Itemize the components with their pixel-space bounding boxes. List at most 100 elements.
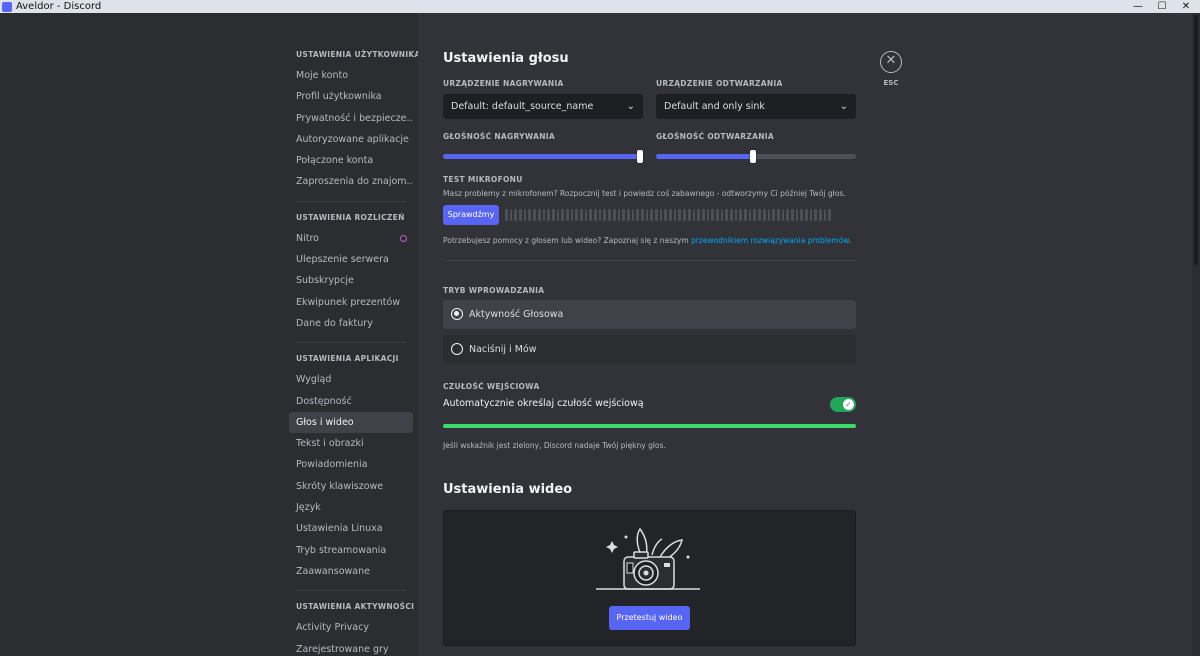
input-volume-thumb[interactable] <box>637 150 643 163</box>
mic-level-bar <box>664 209 668 221</box>
mic-level-bar <box>626 209 630 221</box>
sidebar-item-accessibility[interactable]: Dostępność <box>289 391 413 412</box>
window-controls: — ☐ ✕ <box>1132 1 1200 12</box>
auto-sensitivity-toggle[interactable]: ✓ <box>830 397 856 412</box>
mic-level-bar <box>589 209 593 221</box>
mic-level-bar <box>584 209 588 221</box>
mic-test-description: Masz problemy z mikrofonem? Rozpocznij t… <box>443 189 846 198</box>
output-volume-fill <box>656 154 756 159</box>
scrollbar-thumb[interactable] <box>1194 15 1198 265</box>
sidebar-header-activity-settings: USTAWIENIA AKTYWNOŚCI <box>296 602 415 612</box>
sidebar-divider <box>296 200 406 202</box>
sidebar-item-privacy[interactable]: Prywatność i bezpiecze... <box>289 108 413 129</box>
mic-level-bar <box>575 209 578 221</box>
minimize-button[interactable]: — <box>1132 1 1144 12</box>
sidebar-item-user-profile[interactable]: Profil użytkownika <box>289 86 413 107</box>
input-device-select[interactable]: Default: default_source_name ⌄ <box>443 94 643 119</box>
help-text-suffix: . <box>848 236 852 245</box>
sidebar-item-keybinds[interactable]: Skróty klawiszowe <box>289 476 413 497</box>
sidebar-item-server-boost[interactable]: Ulepszenie serwera <box>289 249 413 270</box>
output-device-select[interactable]: Default and only sink ⌄ <box>656 94 856 119</box>
mic-test-button[interactable]: Sprawdźmy <box>443 205 499 225</box>
sidebar-item-streamer-mode[interactable]: Tryb streamowania <box>289 540 413 561</box>
mic-level-bar <box>547 209 550 221</box>
sidebar-item-activity-privacy[interactable]: Activity Privacy <box>289 617 413 638</box>
mic-level-bar <box>720 209 724 221</box>
sidebar-item-connections[interactable]: Połączone konta <box>289 150 413 171</box>
mic-level-bar <box>744 209 747 221</box>
discord-app-icon <box>2 1 12 12</box>
maximize-button[interactable]: ☐ <box>1156 1 1168 12</box>
mic-level-bar <box>781 209 785 221</box>
mic-level-bar <box>659 209 663 221</box>
mic-level-bar <box>537 209 541 221</box>
video-preview: Przetestuj wideo <box>443 510 856 646</box>
output-device-value: Default and only sink <box>664 101 765 112</box>
input-mode-option-label: Naciśnij i Mów <box>469 344 537 355</box>
test-video-button[interactable]: Przetestuj wideo <box>609 606 690 630</box>
sidebar-divider <box>296 590 406 592</box>
input-sensitivity-meter <box>443 424 856 428</box>
sidebar-item-my-account[interactable]: Moje konto <box>289 65 413 86</box>
sidebar-item-appearance[interactable]: Wygląd <box>289 369 413 390</box>
window-title: Aveldor - Discord <box>16 1 102 12</box>
close-icon[interactable]: ✕ <box>880 51 902 73</box>
mic-level-bar <box>514 209 518 221</box>
mic-level-bar <box>561 209 564 221</box>
input-device-value: Default: default_source_name <box>451 101 594 112</box>
output-volume-thumb[interactable] <box>750 150 756 163</box>
sidebar-item-voice-video[interactable]: Głos i wideo <box>289 411 413 434</box>
mic-level-bar <box>617 209 621 221</box>
input-mode-option-label: Aktywność Głosowa <box>469 309 564 320</box>
sidebar-item-text-images[interactable]: Tekst i obrazki <box>289 433 413 454</box>
output-volume-slider[interactable] <box>656 150 856 163</box>
mic-level-bar <box>598 209 602 221</box>
sidebar-item-friend-requests[interactable]: Zaproszenia do znajom... <box>289 171 413 192</box>
mic-level-bar <box>603 209 607 221</box>
mic-level-bar <box>509 209 513 221</box>
mic-level-bar <box>519 209 522 221</box>
input-volume-slider[interactable] <box>443 150 643 163</box>
sidebar-item-notifications[interactable]: Powiadomienia <box>289 454 413 475</box>
video-settings-title: Ustawienia wideo <box>443 482 573 497</box>
mic-level-bar <box>692 209 696 221</box>
mic-level-bar <box>542 209 546 221</box>
mic-level-bar <box>631 209 635 221</box>
input-device-label: URZĄDZENIE NAGRYWANIA <box>443 79 564 88</box>
sidebar-item-language[interactable]: Język <box>289 497 413 518</box>
voice-settings-title: Ustawienia głosu <box>443 51 569 66</box>
input-mode-voice-activity[interactable]: Aktywność Głosowa <box>443 300 856 329</box>
sidebar-item-nitro[interactable]: Nitro <box>289 228 413 249</box>
mic-level-bar <box>748 209 752 221</box>
mic-level-bar <box>776 209 780 221</box>
sidebar-item-linux-settings[interactable]: Ustawienia Linuxa <box>289 518 413 539</box>
help-text-prefix: Potrzebujesz pomocy z głosem lub wideo? … <box>443 236 692 245</box>
sidebar-item-advanced[interactable]: Zaawansowane <box>289 561 413 582</box>
sidebar-item-authorized-apps[interactable]: Autoryzowane aplikacje <box>289 129 413 150</box>
mic-level-bar <box>556 209 560 221</box>
settings-content: Ustawienia głosu URZĄDZENIE NAGRYWANIA U… <box>418 13 1200 656</box>
mic-level-bar <box>678 209 682 221</box>
mic-level-bar <box>823 209 827 221</box>
mic-level-bar <box>523 209 527 221</box>
input-mode-push-to-talk[interactable]: Naciśnij i Mów <box>443 335 856 364</box>
mic-level-bar <box>809 209 813 221</box>
sidebar-item-billing[interactable]: Dane do faktury <box>289 313 413 334</box>
mic-level-bar <box>669 209 672 221</box>
close-window-button[interactable]: ✕ <box>1180 1 1192 12</box>
sidebar-item-gift-inventory[interactable]: Ekwipunek prezentów <box>289 292 413 313</box>
mic-level-bar <box>734 209 738 221</box>
troubleshooting-link[interactable]: przewodnikiem rozwiązywania problemów <box>691 236 849 245</box>
mic-level-bar <box>622 209 625 221</box>
output-volume-label: GŁOŚNOŚĆ ODTWARZANIA <box>656 132 774 141</box>
mic-level-bar <box>786 209 789 221</box>
mic-level-bar <box>673 209 677 221</box>
mic-level-bar <box>701 209 705 221</box>
sidebar-item-registered-games[interactable]: Zarejestrowane gry <box>289 639 413 656</box>
sidebar-item-subscriptions[interactable]: Subskrypcje <box>289 270 413 291</box>
mic-level-bar <box>790 209 794 221</box>
mic-level-bar <box>650 209 653 221</box>
content-scrollbar[interactable] <box>1192 13 1200 656</box>
mic-level-bar <box>505 209 508 221</box>
input-mode-label: TRYB WPROWADZANIA <box>443 286 545 295</box>
